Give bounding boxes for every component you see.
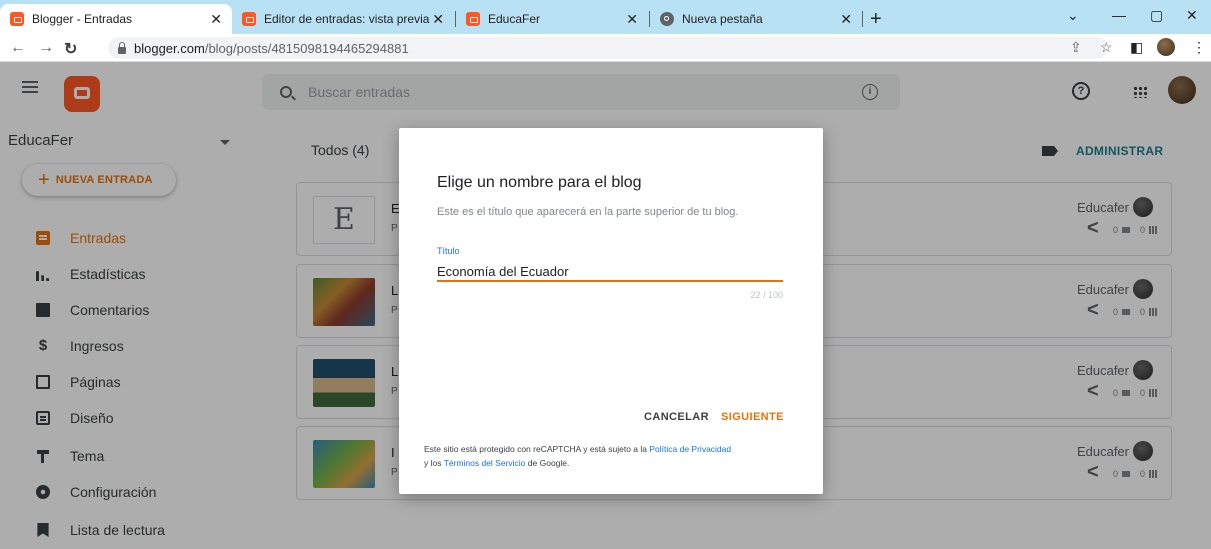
privacy-policy-link[interactable]: Política de Privacidad — [649, 444, 731, 454]
browser-tabstrip: Blogger - Entradas ✕ Editor de entradas:… — [0, 0, 1211, 34]
tab-title: EducaFer — [488, 12, 541, 26]
tab-educafer[interactable]: EducaFer ✕ — [456, 4, 648, 34]
recaptcha-prefix: Este sitio está protegido con reCAPTCHA … — [424, 444, 650, 454]
tab-search-chevron-icon[interactable]: ⌄ — [1067, 7, 1079, 24]
url-host: blogger.com — [134, 40, 205, 56]
lock-icon — [118, 41, 126, 54]
tab-nueva-pestana[interactable]: Nueva pestaña ✕ — [650, 4, 862, 34]
next-button[interactable]: SIGUIENTE — [721, 411, 784, 423]
minimize-icon[interactable]: — — [1112, 7, 1126, 23]
close-tab-icon[interactable]: ✕ — [432, 11, 444, 28]
forward-arrow-icon[interactable]: → — [38, 39, 54, 57]
browser-menu-icon[interactable]: ⋮ — [1192, 39, 1206, 56]
close-tab-icon[interactable]: ✕ — [840, 11, 852, 28]
chrome-favicon-icon — [660, 12, 674, 26]
close-tab-icon[interactable]: ✕ — [626, 11, 638, 28]
back-arrow-icon[interactable]: ← — [10, 39, 26, 57]
share-page-icon[interactable]: ⇪ — [1070, 39, 1082, 56]
bookmark-star-icon[interactable]: ☆ — [1100, 39, 1113, 56]
new-tab-icon[interactable]: + — [870, 8, 882, 31]
tab-title: Blogger - Entradas — [32, 12, 133, 26]
title-field-label: Título — [437, 246, 460, 256]
profile-avatar-icon[interactable] — [1157, 38, 1175, 56]
tab-title: Nueva pestaña — [682, 12, 763, 26]
url-path: /blog/posts/4815098194465294881 — [204, 40, 409, 56]
tab-title: Editor de entradas: vista previa — [264, 12, 430, 26]
tab-editor-vista-previa[interactable]: Editor de entradas: vista previa ✕ — [232, 4, 454, 34]
blogger-favicon-icon — [466, 12, 480, 26]
blog-title-input[interactable] — [437, 262, 783, 282]
close-window-icon[interactable]: ✕ — [1186, 7, 1198, 24]
recaptcha-middle: y los — [424, 458, 444, 468]
dialog-description: Este es el título que aparecerá en la pa… — [437, 206, 739, 218]
recaptcha-suffix: de Google. — [525, 458, 570, 468]
terms-of-service-link[interactable]: Términos del Servicio — [444, 458, 526, 468]
reload-icon[interactable]: ↻ — [64, 39, 77, 59]
dialog-title: Elige un nombre para el blog — [437, 174, 642, 191]
recaptcha-notice: Este sitio está protegido con reCAPTCHA … — [424, 442, 804, 470]
cancel-button[interactable]: CANCELAR — [644, 411, 709, 423]
blogger-favicon-icon — [242, 12, 256, 26]
blogger-favicon-icon — [10, 12, 24, 26]
character-counter: 22 / 100 — [750, 290, 783, 300]
side-panel-icon[interactable]: ◧ — [1130, 39, 1143, 56]
close-tab-icon[interactable]: ✕ — [210, 11, 222, 28]
blog-name-dialog: Elige un nombre para el blog Este es el … — [399, 128, 823, 494]
restore-icon[interactable]: ▢ — [1150, 7, 1163, 24]
address-bar[interactable]: blogger.com/blog/posts/48150981944652948… — [108, 37, 1108, 59]
tab-separator — [862, 11, 863, 27]
tab-blogger-entradas[interactable]: Blogger - Entradas ✕ — [0, 4, 232, 34]
browser-toolbar: ← → ↻ blogger.com/blog/posts/48150981944… — [0, 34, 1211, 62]
